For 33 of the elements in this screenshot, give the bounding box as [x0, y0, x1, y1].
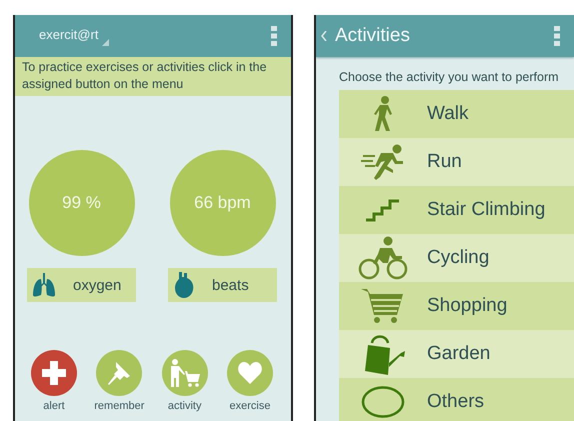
activity-item[interactable]: Cycling: [339, 234, 574, 282]
overflow-menu-icon[interactable]: [554, 26, 560, 46]
instruction-text: To practice exercises or activities click in the assigned button on the menu: [22, 60, 267, 91]
reading-name: beats: [212, 276, 249, 294]
menu-button[interactable]: activity: [156, 350, 214, 412]
back-chevron-icon[interactable]: [321, 31, 327, 41]
screen-title: Activities: [335, 25, 410, 47]
activity-item[interactable]: Walk: [339, 90, 574, 138]
running-person-icon: [361, 144, 405, 180]
cyclist-icon: [358, 236, 408, 280]
activity-item[interactable]: Others: [339, 378, 574, 421]
lungs-icon: [33, 273, 55, 297]
stairs-icon: [365, 198, 401, 222]
person-with-cart-icon: [168, 359, 201, 387]
shopping-cart-icon: [361, 288, 405, 324]
activity-item[interactable]: Shopping: [339, 282, 574, 330]
heart-icon: [238, 362, 262, 384]
app-title: exercit@rt: [39, 26, 98, 42]
reading-value: 66 bpm: [194, 193, 251, 213]
prompt-text: Choose the activity you want to perform: [339, 69, 560, 86]
menu-button[interactable]: exercise: [220, 350, 279, 412]
overflow-menu-icon[interactable]: [271, 26, 277, 46]
activity-item[interactable]: Garden: [339, 330, 574, 378]
menu-button[interactable]: remember: [90, 350, 148, 412]
walking-person-icon: [372, 96, 394, 132]
cross-icon: [42, 361, 66, 385]
dropdown-corner-icon: [102, 38, 110, 46]
activity-item[interactable]: Stair Climbing: [339, 186, 574, 234]
menu-button[interactable]: alert: [25, 350, 83, 412]
activity-item[interactable]: Run: [339, 138, 574, 186]
reading-name: oxygen: [73, 276, 122, 294]
reading-value: 99 %: [62, 193, 101, 213]
ellipse-icon: [361, 386, 405, 418]
